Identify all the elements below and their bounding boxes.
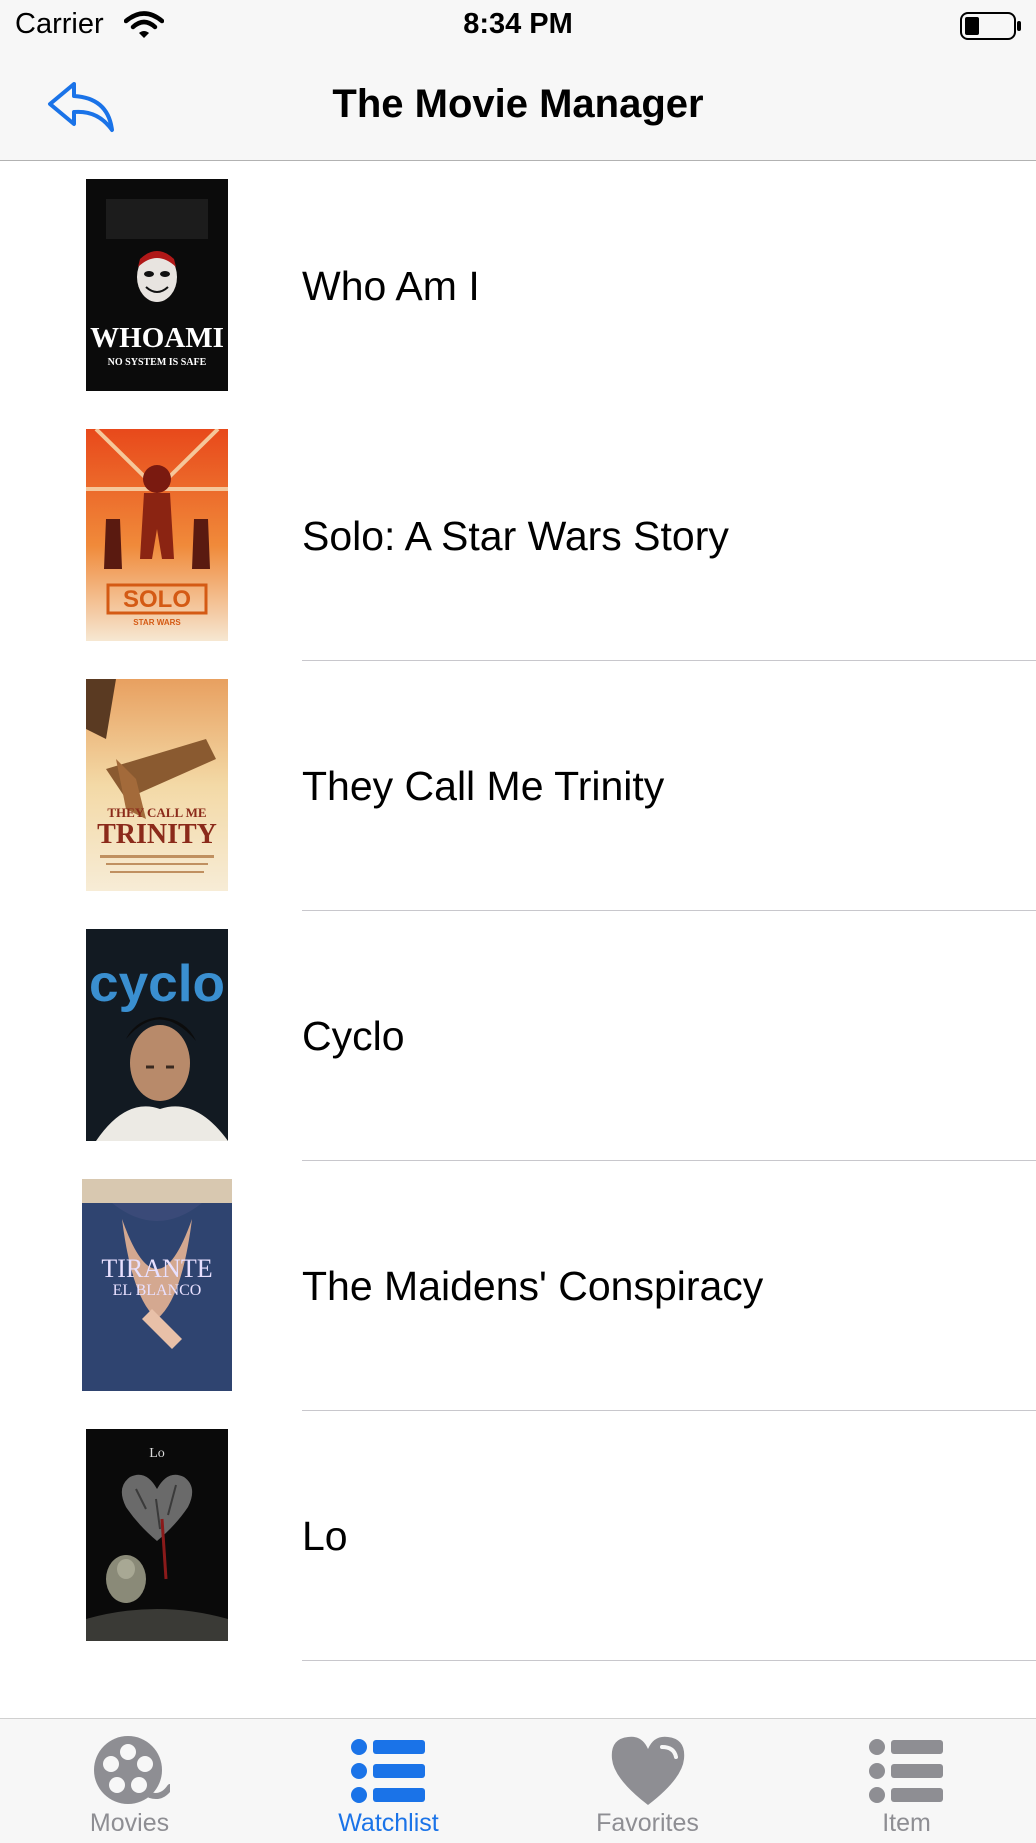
page-title: The Movie Manager [332,82,704,126]
movie-row-lo[interactable]: Lo Lo [0,1411,1036,1661]
svg-text:Lo: Lo [149,1446,165,1461]
tab-watchlist[interactable]: Watchlist [259,1719,518,1843]
tab-label: Watchlist [338,1809,439,1837]
film-reel-icon [93,1736,170,1804]
battery-icon [960,12,1021,40]
tab-bar: Movies Watchlist Favorites Item [0,1718,1036,1843]
watchlist-table: WHOAMI NO SYSTEM IS SAFE Who Am I SOLO S… [0,161,1036,1661]
svg-text:EL BLANCO: EL BLANCO [113,1282,202,1299]
tab-label: Movies [89,1809,170,1837]
movie-row-they-call-me-trinity[interactable]: THEY CALL ME TRINITY They Call Me Trinit… [0,661,1036,911]
movie-title: Lo [302,1513,348,1559]
svg-text:NO SYSTEM IS SAFE: NO SYSTEM IS SAFE [108,357,207,368]
row-separator [302,1660,1036,1661]
list-icon [868,1739,943,1803]
tab-item[interactable]: Item [777,1719,1036,1843]
movie-title: Who Am I [302,263,480,309]
svg-text:STAR WARS: STAR WARS [133,618,181,627]
svg-text:TRINITY: TRINITY [97,819,217,850]
movie-poster: cyclo [86,929,228,1141]
movie-poster: SOLO STAR WARS [86,429,228,641]
movie-row-solo[interactable]: SOLO STAR WARS Solo: A Star Wars Story [0,411,1036,661]
movie-title: Solo: A Star Wars Story [302,513,729,559]
movie-row-who-am-i[interactable]: WHOAMI NO SYSTEM IS SAFE Who Am I [0,161,1036,411]
movie-poster: WHOAMI NO SYSTEM IS SAFE [86,179,228,391]
movie-poster: Lo [86,1429,228,1641]
tab-label: Item [882,1809,931,1837]
movie-title: The Maidens' Conspiracy [302,1263,764,1309]
tab-favorites[interactable]: Favorites [518,1719,777,1843]
list-icon [350,1739,425,1803]
navigation-bar: The Movie Manager [0,52,1036,161]
status-time: 8:34 PM [463,8,573,40]
movie-row-the-maidens-conspiracy[interactable]: TIRANTE EL BLANCO The Maidens' Conspirac… [0,1161,1036,1411]
tab-label: Favorites [596,1809,699,1837]
svg-text:WHOAMI: WHOAMI [90,322,224,354]
tab-movies[interactable]: Movies [0,1719,259,1843]
movie-title: Cyclo [302,1013,405,1059]
svg-text:SOLO: SOLO [123,586,191,613]
heart-icon [611,1736,684,1805]
movie-poster: TIRANTE EL BLANCO [82,1179,232,1391]
svg-text:TIRANTE: TIRANTE [101,1254,212,1283]
svg-text:THEY CALL ME: THEY CALL ME [107,805,206,820]
svg-text:cyclo: cyclo [89,955,225,1013]
status-bar: Carrier 8:34 PM [0,0,1036,52]
movie-title: They Call Me Trinity [302,763,665,809]
movie-poster: THEY CALL ME TRINITY [86,679,228,891]
movie-row-cyclo[interactable]: cyclo Cyclo [0,911,1036,1161]
